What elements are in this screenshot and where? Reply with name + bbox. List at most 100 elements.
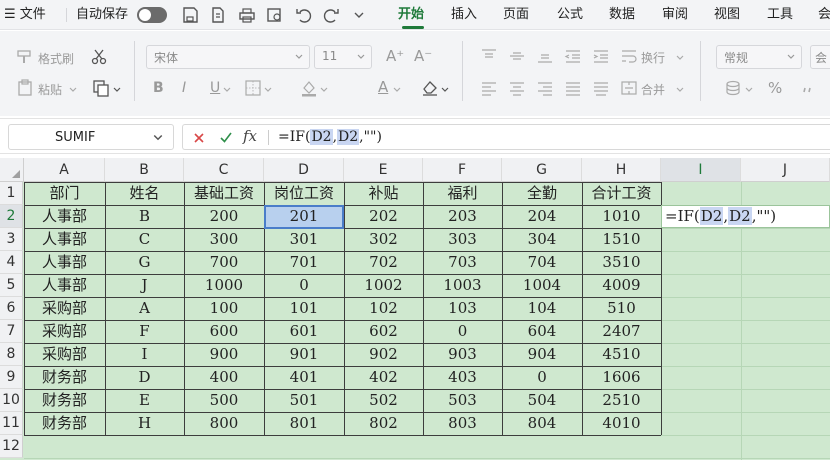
table-cell[interactable]: 1003 <box>423 274 502 297</box>
decrease-indent-icon[interactable] <box>564 47 582 65</box>
table-cell[interactable]: 501 <box>264 389 344 412</box>
clear-format-icon[interactable] <box>421 78 439 96</box>
font-color-icon[interactable]: A <box>378 78 388 96</box>
tab-more[interactable]: 会 <box>818 0 830 30</box>
file-menu[interactable]: ☰ 文件 <box>4 0 46 30</box>
redo-icon[interactable] <box>322 6 340 24</box>
table-cell[interactable]: 600 <box>184 320 264 343</box>
table-cell[interactable]: 采购部 <box>24 343 105 366</box>
table-header-cell[interactable]: 基础工资 <box>184 182 264 205</box>
table-cell[interactable]: 1002 <box>344 274 423 297</box>
column-header-d[interactable]: D <box>264 158 344 182</box>
table-cell[interactable]: 4510 <box>582 343 661 366</box>
align-left-icon[interactable] <box>480 79 498 97</box>
align-center-icon[interactable] <box>508 79 526 97</box>
fill-color-dropdown-icon[interactable] <box>320 86 328 94</box>
row-header-7[interactable]: 7 <box>0 320 23 343</box>
table-header-cell[interactable]: 全勤 <box>502 182 582 205</box>
table-cell[interactable]: 701 <box>264 251 344 274</box>
table-cell[interactable]: 1510 <box>582 228 661 251</box>
cancel-icon[interactable] <box>193 132 205 144</box>
borders-dropdown-icon[interactable] <box>264 86 272 94</box>
table-cell[interactable]: 504 <box>502 389 582 412</box>
table-cell[interactable]: 200 <box>184 205 264 228</box>
table-cell[interactable]: 401 <box>264 366 344 389</box>
table-header-cell[interactable]: 岗位工资 <box>264 182 344 205</box>
table-header-cell[interactable]: 合计工资 <box>582 182 661 205</box>
currency-dropdown-icon[interactable] <box>745 86 753 94</box>
row-header-9[interactable]: 9 <box>0 366 23 389</box>
spreadsheet-grid[interactable]: A B C D E F G H I J 1 2 3 4 5 6 7 8 9 10 11 12 部门 姓名 基础工资 岗位工资 补贴福… <box>0 158 830 460</box>
table-cell[interactable]: 402 <box>344 366 423 389</box>
row-header-2[interactable]: 2 <box>0 205 23 228</box>
table-cell[interactable]: 0 <box>423 320 502 343</box>
table-cell[interactable]: C <box>105 228 184 251</box>
italic-icon[interactable]: I <box>182 80 186 96</box>
align-top-icon[interactable] <box>480 47 498 65</box>
table-cell[interactable]: 104 <box>502 297 582 320</box>
clear-dropdown-icon[interactable] <box>441 86 449 94</box>
table-cell[interactable]: 3510 <box>582 251 661 274</box>
column-header-f[interactable]: F <box>423 158 502 182</box>
table-cell[interactable]: 102 <box>344 297 423 320</box>
copy-dropdown-icon[interactable] <box>113 86 121 94</box>
table-cell[interactable]: 财务部 <box>24 366 105 389</box>
table-cell[interactable]: 1004 <box>502 274 582 297</box>
align-middle-icon[interactable] <box>508 47 526 65</box>
paste-button[interactable]: 粘贴 <box>38 81 62 98</box>
table-cell[interactable]: 903 <box>423 343 502 366</box>
underline-dropdown-icon[interactable] <box>223 86 231 94</box>
tab-review[interactable]: 审阅 <box>662 0 688 30</box>
column-header-b[interactable]: B <box>105 158 184 182</box>
table-cell[interactable]: 301 <box>264 228 344 251</box>
font-size-select[interactable]: 11 <box>314 45 372 69</box>
table-cell[interactable]: 602 <box>344 320 423 343</box>
borders-icon[interactable] <box>244 79 262 97</box>
table-cell[interactable]: I <box>105 343 184 366</box>
currency-icon[interactable] <box>724 79 742 97</box>
decrease-font-icon[interactable]: A⁻ <box>414 47 432 65</box>
table-header-cell[interactable]: 福利 <box>423 182 502 205</box>
paste-dropdown-icon[interactable] <box>69 86 77 94</box>
align-right-icon[interactable] <box>536 79 554 97</box>
underline-icon[interactable]: U <box>210 80 220 96</box>
table-cell[interactable]: D <box>105 366 184 389</box>
table-cell[interactable]: 502 <box>344 389 423 412</box>
table-cell[interactable]: 403 <box>423 366 502 389</box>
table-cell[interactable]: 500 <box>184 389 264 412</box>
editing-cell-i2[interactable]: =IF(D2,D2,"") <box>661 205 830 228</box>
increase-indent-icon[interactable] <box>592 47 610 65</box>
table-cell[interactable]: 300 <box>184 228 264 251</box>
table-cell[interactable]: 203 <box>423 205 502 228</box>
tab-view[interactable]: 视图 <box>714 0 740 30</box>
distributed-align-icon[interactable] <box>592 79 610 97</box>
row-header-12[interactable]: 12 <box>0 435 23 458</box>
table-cell[interactable]: 4010 <box>582 412 661 435</box>
more-chevron-icon[interactable] <box>350 6 368 24</box>
table-cell[interactable]: 人事部 <box>24 274 105 297</box>
undo-icon[interactable] <box>295 6 313 24</box>
align-bottom-icon[interactable] <box>536 47 554 65</box>
insert-function-icon[interactable]: fx <box>243 127 257 145</box>
column-header-h[interactable]: H <box>582 158 661 182</box>
table-cell[interactable]: 202 <box>344 205 423 228</box>
table-cell[interactable]: 900 <box>184 343 264 366</box>
table-cell[interactable]: J <box>105 274 184 297</box>
table-cell[interactable]: 904 <box>502 343 582 366</box>
row-header-5[interactable]: 5 <box>0 274 23 297</box>
table-cell[interactable]: 802 <box>344 412 423 435</box>
table-cell[interactable]: 304 <box>502 228 582 251</box>
table-cell[interactable]: 601 <box>264 320 344 343</box>
table-cell[interactable]: 510 <box>582 297 661 320</box>
table-cell[interactable]: 4009 <box>582 274 661 297</box>
merge-dropdown-icon[interactable] <box>676 86 684 94</box>
name-box[interactable]: SUMIF <box>8 124 174 150</box>
table-cell[interactable]: 103 <box>423 297 502 320</box>
table-cell[interactable]: H <box>105 412 184 435</box>
formula-input[interactable]: fx =IF(D2,D2,"") <box>182 124 830 150</box>
table-cell[interactable]: 2407 <box>582 320 661 343</box>
row-header-1[interactable]: 1 <box>0 182 23 205</box>
table-cell[interactable]: 804 <box>502 412 582 435</box>
cut-icon[interactable] <box>90 48 108 66</box>
column-header-a[interactable]: A <box>24 158 105 182</box>
